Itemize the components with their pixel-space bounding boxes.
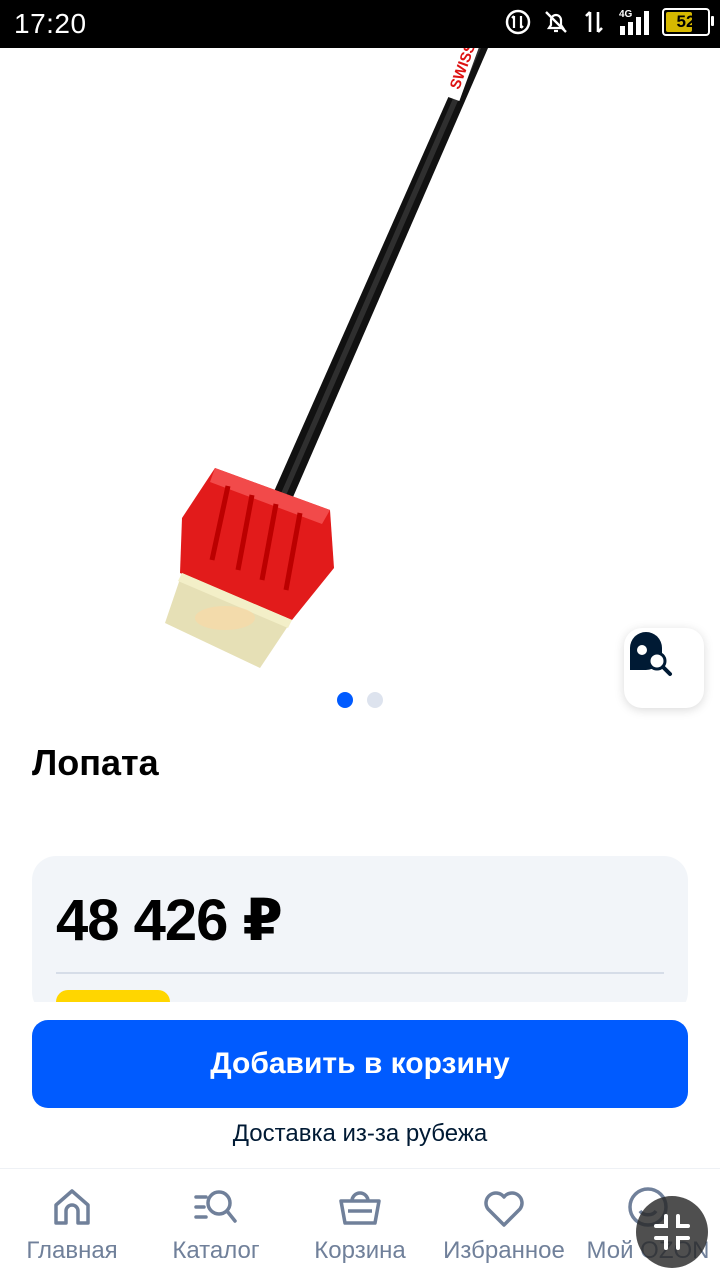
gallery-dot-1[interactable] [337,692,353,708]
price-card: 48 426 ₽ [32,856,688,1016]
nav-item-cart[interactable]: Корзина [288,1183,432,1265]
bottom-navigation: Главная Каталог Корзина Избранное Мой OZ… [0,1168,720,1281]
product-title: Лопата [32,742,159,783]
nav-label-cart: Корзина [314,1237,406,1264]
basket-icon [339,1191,381,1225]
gallery-pagination [0,692,720,708]
catalog-search-icon [194,1190,237,1223]
battery-icon: 52 [662,8,714,36]
image-search-icon [630,632,672,676]
product-price: 48 426 ₽ [56,888,283,953]
product-image: SWISS [165,48,488,668]
mute-bell-icon [545,11,567,33]
status-bar: 17:20 4G 52 [0,0,720,48]
heart-icon [484,1191,524,1227]
nav-item-favorites[interactable]: Избранное [432,1183,576,1265]
data-saver-icon [505,9,531,35]
nav-label-favorites: Избранное [443,1237,565,1264]
status-time: 17:20 [14,8,87,39]
floating-assist-button[interactable] [636,1196,708,1268]
signal-4g-icon: 4G [619,9,649,35]
nav-item-home[interactable]: Главная [0,1183,144,1265]
nav-label-home: Главная [26,1237,118,1264]
home-icon [54,1189,90,1225]
gallery-dot-2[interactable] [367,692,383,708]
data-arrows-icon [585,11,603,33]
nav-item-catalog[interactable]: Каталог [144,1183,288,1265]
add-to-cart-button[interactable]: Добавить в корзину [32,1020,688,1108]
status-icons: 4G 52 [504,8,714,36]
nav-label-catalog: Каталог [172,1237,260,1264]
price-divider [56,972,664,974]
network-label: 4G [619,9,633,20]
battery-level: 52 [676,12,696,31]
grid-plus-icon [654,1214,690,1250]
delivery-info: Доставка из-за рубежа [232,1120,488,1147]
product-gallery[interactable]: SWISS [0,48,720,708]
